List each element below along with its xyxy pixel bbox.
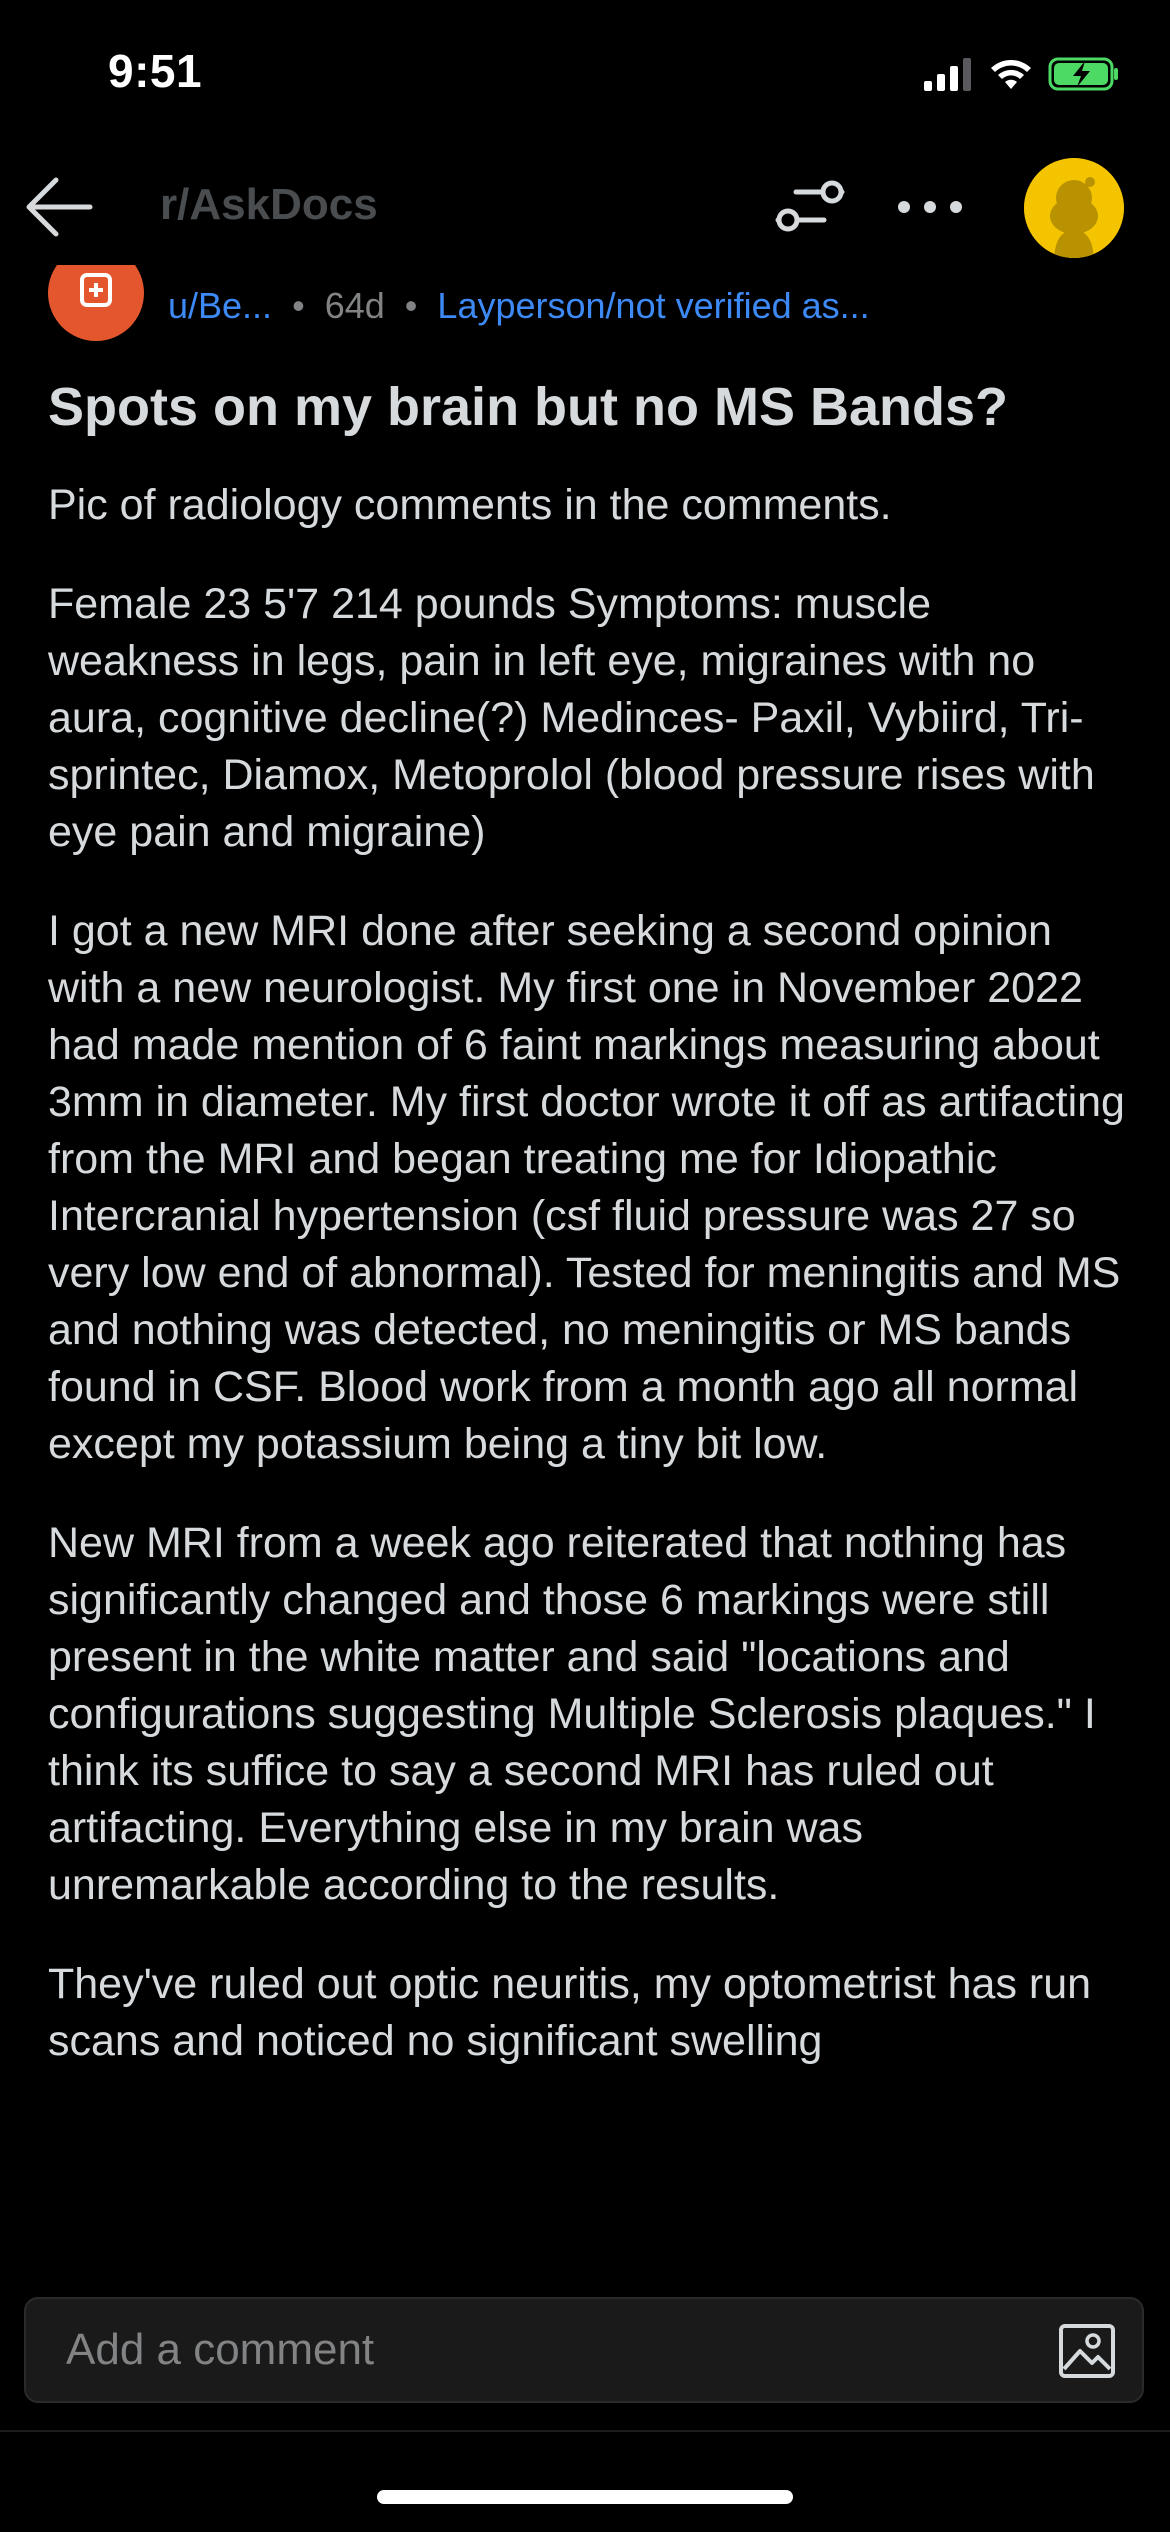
- status-bar: 9:51: [0, 0, 1170, 150]
- post-paragraph: They've ruled out optic neuritis, my opt…: [48, 1960, 1092, 2065]
- battery-charging-icon: [1048, 57, 1118, 91]
- comment-bar: Add a comment: [0, 2255, 1170, 2432]
- status-icons: [922, 52, 1120, 96]
- post-meta-text: u/Be... • 64d • Layperson/not verified a…: [168, 285, 870, 327]
- signal-icon: [924, 58, 971, 91]
- separator-dot: •: [292, 285, 305, 326]
- add-image-button[interactable]: [1058, 2323, 1116, 2379]
- post-age: 64d: [324, 285, 385, 326]
- post-body: Pic of radiology comments in the comment…: [48, 477, 1128, 2112]
- ellipsis-icon: [898, 201, 962, 213]
- post-title: Spots on my brain but no MS Bands?: [48, 377, 1009, 437]
- back-button[interactable]: [20, 172, 100, 242]
- post-paragraph: Female 23 5'7 214 pounds Symptoms: muscl…: [48, 580, 1095, 856]
- status-time: 9:51: [108, 45, 203, 97]
- comment-placeholder: Add a comment: [66, 2325, 375, 2374]
- sliders-icon: [775, 180, 845, 232]
- user-flair[interactable]: Layperson/not verified as...: [437, 285, 869, 326]
- sort-filter-button[interactable]: [770, 172, 850, 242]
- more-options-button[interactable]: [890, 172, 970, 242]
- home-indicator[interactable]: [377, 2490, 793, 2504]
- user-avatar[interactable]: [1024, 158, 1124, 258]
- post-content: u/Be... • 64d • Layperson/not verified a…: [0, 265, 1170, 2255]
- add-comment-input[interactable]: Add a comment: [24, 2297, 1144, 2403]
- wifi-icon: [991, 60, 1031, 89]
- author-avatar[interactable]: [48, 265, 144, 341]
- subreddit-name[interactable]: r/AskDocs: [160, 180, 378, 230]
- post-meta: u/Be... • 64d • Layperson/not verified a…: [48, 265, 1148, 345]
- post-paragraph: New MRI from a week ago reiterated that …: [48, 1519, 1096, 1909]
- separator-dot: •: [404, 285, 418, 326]
- post-paragraph: I got a new MRI done after seeking a sec…: [48, 907, 1125, 1468]
- post-paragraph: Pic of radiology comments in the comment…: [48, 481, 892, 529]
- nav-bar: r/AskDocs: [0, 150, 1170, 265]
- community-icon: [80, 273, 112, 307]
- image-icon: [1059, 2324, 1115, 2378]
- author-link[interactable]: u/Be...: [168, 285, 272, 326]
- arrow-left-icon: [26, 177, 93, 237]
- snoo-avatar-icon: [1024, 158, 1124, 258]
